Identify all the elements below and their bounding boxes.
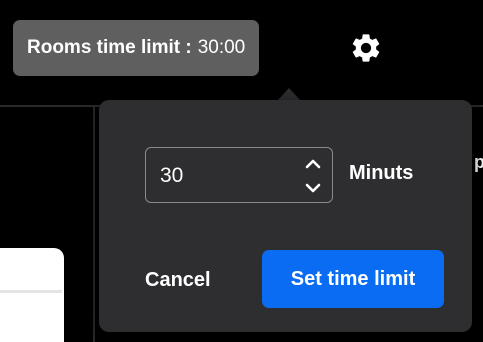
chevron-up-icon[interactable]: [302, 154, 324, 174]
background-card: [0, 248, 64, 342]
set-time-limit-button[interactable]: Set time limit: [262, 250, 444, 308]
background-card-stripe: [0, 290, 62, 293]
minutes-unit-label: Minuts: [349, 162, 414, 184]
rooms-time-limit-button[interactable]: Rooms time limit : 30:00: [13, 20, 260, 76]
background-text-fragment: p: [474, 152, 483, 172]
background-divider-vertical: [93, 105, 95, 342]
app-screen: p Rooms time limit : 30:00 30 Minuts Can…: [0, 0, 483, 342]
cancel-button[interactable]: Cancel: [135, 254, 221, 306]
chevron-down-icon[interactable]: [302, 178, 324, 198]
minutes-input-value[interactable]: 30: [160, 148, 183, 204]
time-limit-value: 30:00: [197, 37, 246, 58]
minutes-stepper[interactable]: [302, 154, 324, 198]
gear-icon[interactable]: [349, 31, 383, 65]
time-limit-popover: 30 Minuts Cancel Set time limit: [99, 100, 472, 332]
time-limit-label: Rooms time limit :: [27, 37, 192, 58]
minutes-number-input[interactable]: 30: [145, 147, 333, 203]
